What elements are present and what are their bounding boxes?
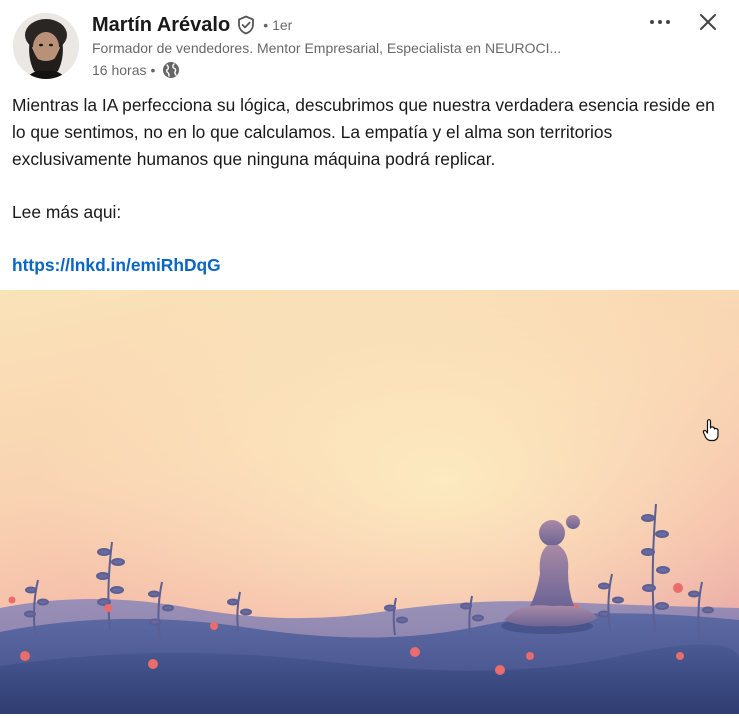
read-more-label: Lee más aqui: xyxy=(12,202,122,222)
close-icon xyxy=(700,14,716,30)
hand-pointer-icon xyxy=(702,419,719,442)
globe-icon xyxy=(162,61,180,79)
post-timestamp: 16 horas xyxy=(92,62,147,78)
meditation-illustration xyxy=(0,290,739,714)
separator-dot: • xyxy=(150,62,156,78)
ellipsis-icon xyxy=(650,20,670,24)
shield-check-icon xyxy=(236,15,256,35)
post-meta: 16 horas • xyxy=(92,60,180,80)
author-name[interactable]: Martín Arévalo xyxy=(92,14,230,37)
more-options-button[interactable] xyxy=(642,8,678,36)
separator-dot: • xyxy=(263,17,269,33)
post-link[interactable]: https://lnkd.in/emiRhDqG xyxy=(12,255,221,275)
author-headline: Formador de vendedores. Mentor Empresari… xyxy=(92,40,562,56)
author-avatar[interactable] xyxy=(13,13,79,79)
close-button[interactable] xyxy=(692,8,724,36)
author-name-row: Martín Arévalo • 1er xyxy=(92,12,292,38)
post-body: Mientras la IA perfecciona su lógica, de… xyxy=(12,92,727,279)
connection-degree: 1er xyxy=(272,17,293,33)
avatar-photo xyxy=(13,13,79,79)
post-paragraph: Mientras la IA perfecciona su lógica, de… xyxy=(12,95,715,169)
post-header: Martín Arévalo • 1er Formador de vendedo… xyxy=(0,0,739,90)
post-image[interactable] xyxy=(0,290,739,714)
